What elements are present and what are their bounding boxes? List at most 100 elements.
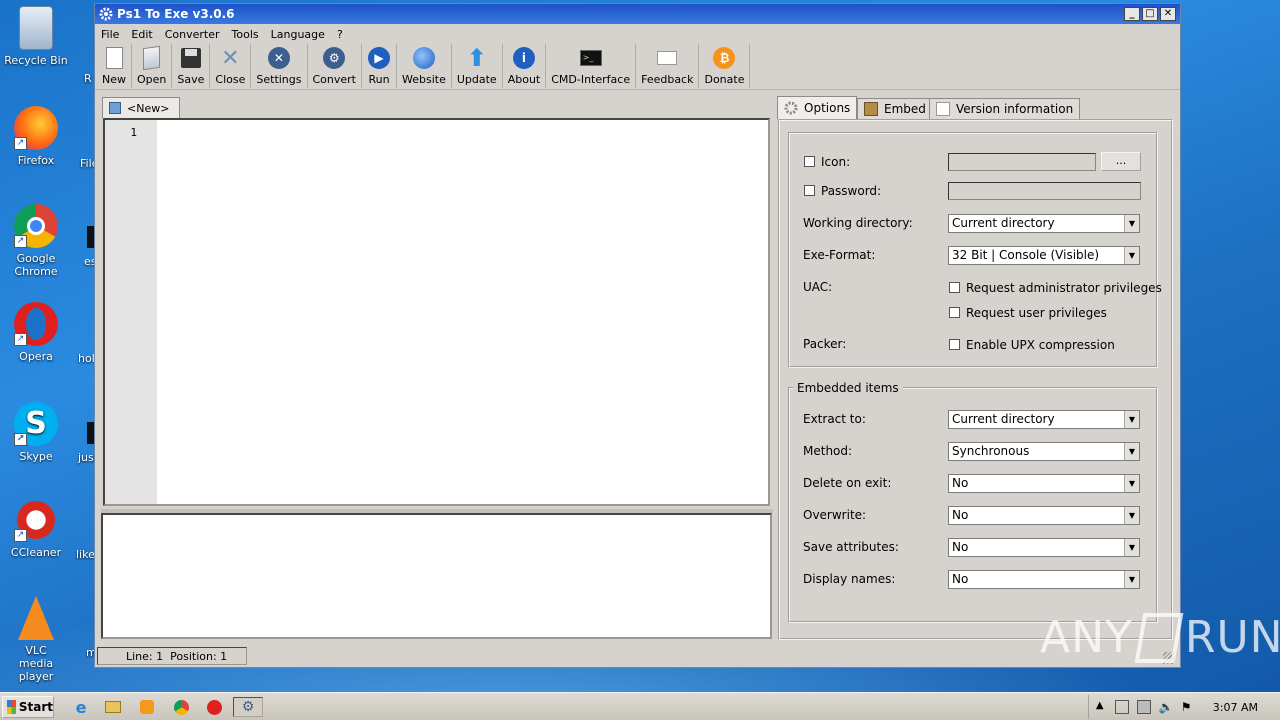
display-names-select[interactable]: No ▼ xyxy=(948,570,1140,589)
password-checkbox[interactable] xyxy=(804,185,815,196)
menu-converter[interactable]: Converter xyxy=(165,28,220,41)
arrow-up-icon: ⬆ xyxy=(466,44,487,72)
menu-file[interactable]: File xyxy=(101,28,119,41)
toolbar-label: Run xyxy=(368,73,390,86)
output-pane[interactable] xyxy=(101,513,772,639)
save-attributes-select[interactable]: No ▼ xyxy=(948,538,1140,557)
display-icon[interactable] xyxy=(1136,700,1151,714)
tab-label: Options xyxy=(804,101,851,115)
about-button[interactable]: i About xyxy=(503,44,547,88)
icon-checkbox[interactable] xyxy=(804,156,815,167)
tab-embed[interactable]: Embed xyxy=(857,98,933,119)
uac-admin-label: Request administrator privileges xyxy=(966,281,1162,295)
overwrite-select[interactable]: No ▼ xyxy=(948,506,1140,525)
icon-browse-button[interactable]: ... xyxy=(1101,152,1141,171)
method-value: Synchronous xyxy=(952,444,1030,458)
taskbar-chrome[interactable] xyxy=(170,697,192,717)
donate-button[interactable]: ₿ Donate xyxy=(699,44,751,88)
menu-edit[interactable]: Edit xyxy=(131,28,152,41)
close-window-button[interactable]: ✕ xyxy=(1160,7,1176,21)
flag-icon[interactable]: ⚑ xyxy=(1181,700,1195,714)
taskbar-opera[interactable] xyxy=(203,697,225,717)
method-select[interactable]: Synchronous ▼ xyxy=(948,442,1140,461)
new-button[interactable]: New xyxy=(97,44,132,88)
taskbar-ie[interactable]: e xyxy=(70,697,92,717)
desktop-icon-ccleaner[interactable]: ↗ CCleaner xyxy=(0,498,72,559)
shortcut-arrow-icon: ↗ xyxy=(14,529,27,542)
floppy-disk-icon xyxy=(179,46,203,70)
shortcut-arrow-icon: ↗ xyxy=(14,333,27,346)
cmd-interface-button[interactable]: >_ CMD-Interface xyxy=(546,44,637,88)
toolbar-label: Donate xyxy=(704,73,745,86)
desktop-icon-chrome[interactable]: ↗ Google Chrome xyxy=(0,204,72,278)
menu-language[interactable]: Language xyxy=(271,28,325,41)
desktop-icon-firefox[interactable]: ↗ Firefox xyxy=(0,106,72,167)
desktop-icon-vlc[interactable]: VLC media player xyxy=(0,596,72,683)
extract-to-select[interactable]: Current directory ▼ xyxy=(948,410,1140,429)
run-button[interactable]: ▶ Run xyxy=(362,44,397,88)
desktop-icon-label: VLC media player xyxy=(18,644,54,683)
delete-on-exit-select[interactable]: No ▼ xyxy=(948,474,1140,493)
tab-label: Embed xyxy=(884,102,926,116)
network-icon[interactable] xyxy=(1114,700,1129,714)
title-bar[interactable]: Ps1 To Exe v3.0.6 _ □ ✕ xyxy=(95,4,1180,24)
clock[interactable]: 3:07 AM xyxy=(1213,701,1258,714)
save-button[interactable]: Save xyxy=(172,44,211,88)
upx-checkbox[interactable] xyxy=(949,339,960,350)
shortcut-arrow-icon: ↗ xyxy=(14,433,27,446)
status-position: Line: 1 Position: 1 xyxy=(126,649,228,663)
tab-options[interactable]: Options xyxy=(777,96,858,119)
script-editor[interactable]: 1 xyxy=(103,118,770,506)
toolbar-label: Settings xyxy=(256,73,302,86)
icon-label: Icon: xyxy=(821,155,851,169)
exe-format-label: Exe-Format: xyxy=(803,248,876,262)
desktop-icon-recycle-bin[interactable]: Recycle Bin xyxy=(0,6,72,67)
menu-help[interactable]: ? xyxy=(337,28,343,41)
working-directory-select[interactable]: Current directory ▼ xyxy=(948,214,1140,233)
save-attributes-label: Save attributes: xyxy=(803,540,899,554)
package-icon xyxy=(864,102,878,116)
update-button[interactable]: ⬆ Update xyxy=(452,44,503,88)
chevron-up-icon[interactable]: ▲ xyxy=(1093,700,1107,714)
uac-user-checkbox[interactable] xyxy=(949,307,960,318)
taskbar-media[interactable] xyxy=(136,697,158,717)
desktop-icon-opera[interactable]: ↗ Opera xyxy=(0,302,72,363)
feedback-button[interactable]: Feedback xyxy=(636,44,700,88)
settings-button[interactable]: ✕ Settings xyxy=(251,44,308,88)
open-button[interactable]: Open xyxy=(132,44,173,88)
gear-icon: ⚙ xyxy=(241,699,255,715)
tab-version-information[interactable]: Version information xyxy=(929,98,1081,119)
menu-tools[interactable]: Tools xyxy=(232,28,259,41)
delete-on-exit-label: Delete on exit: xyxy=(803,476,892,490)
desktop-partial-label: hol xyxy=(78,352,95,365)
toolbar-label: Open xyxy=(137,73,167,86)
uac-admin-checkbox[interactable] xyxy=(949,282,960,293)
anyrun-watermark: ANY RUN xyxy=(1040,612,1280,663)
desktop-icon-skype[interactable]: S ↗ Skype xyxy=(0,402,72,463)
minimize-button[interactable]: _ xyxy=(1124,7,1140,21)
system-tray: ▲ 🔈 ⚑ 3:07 AM xyxy=(1087,695,1280,719)
icon-path-field[interactable] xyxy=(948,153,1096,171)
start-button[interactable]: Start xyxy=(2,696,54,718)
exe-format-select[interactable]: 32 Bit | Console (Visible) ▼ xyxy=(948,246,1140,265)
toolbar-label: CMD-Interface xyxy=(551,73,631,86)
info-icon: i xyxy=(512,46,536,70)
toolbar-label: About xyxy=(507,73,541,86)
taskbar-explorer[interactable] xyxy=(102,697,124,717)
document-icon xyxy=(936,102,950,116)
password-field[interactable] xyxy=(948,182,1141,200)
toolbar-label: Convert xyxy=(312,73,357,86)
chevron-down-icon: ▼ xyxy=(1124,411,1139,428)
convert-button[interactable]: ⚙ Convert xyxy=(308,44,362,88)
volume-icon[interactable]: 🔈 xyxy=(1159,700,1174,714)
display-names-value: No xyxy=(952,572,969,586)
editor-tab-new[interactable]: <New> xyxy=(102,97,180,118)
maximize-button[interactable]: □ xyxy=(1142,7,1158,21)
toolbar-label: Update xyxy=(456,73,497,86)
taskbar-ps1toexe[interactable]: ⚙ xyxy=(233,697,263,717)
vlc-icon xyxy=(18,596,54,640)
line-number-gutter: 1 xyxy=(105,120,157,504)
close-button[interactable]: ✕ Close xyxy=(210,44,252,88)
website-button[interactable]: Website xyxy=(397,44,452,88)
method-label: Method: xyxy=(803,444,853,458)
